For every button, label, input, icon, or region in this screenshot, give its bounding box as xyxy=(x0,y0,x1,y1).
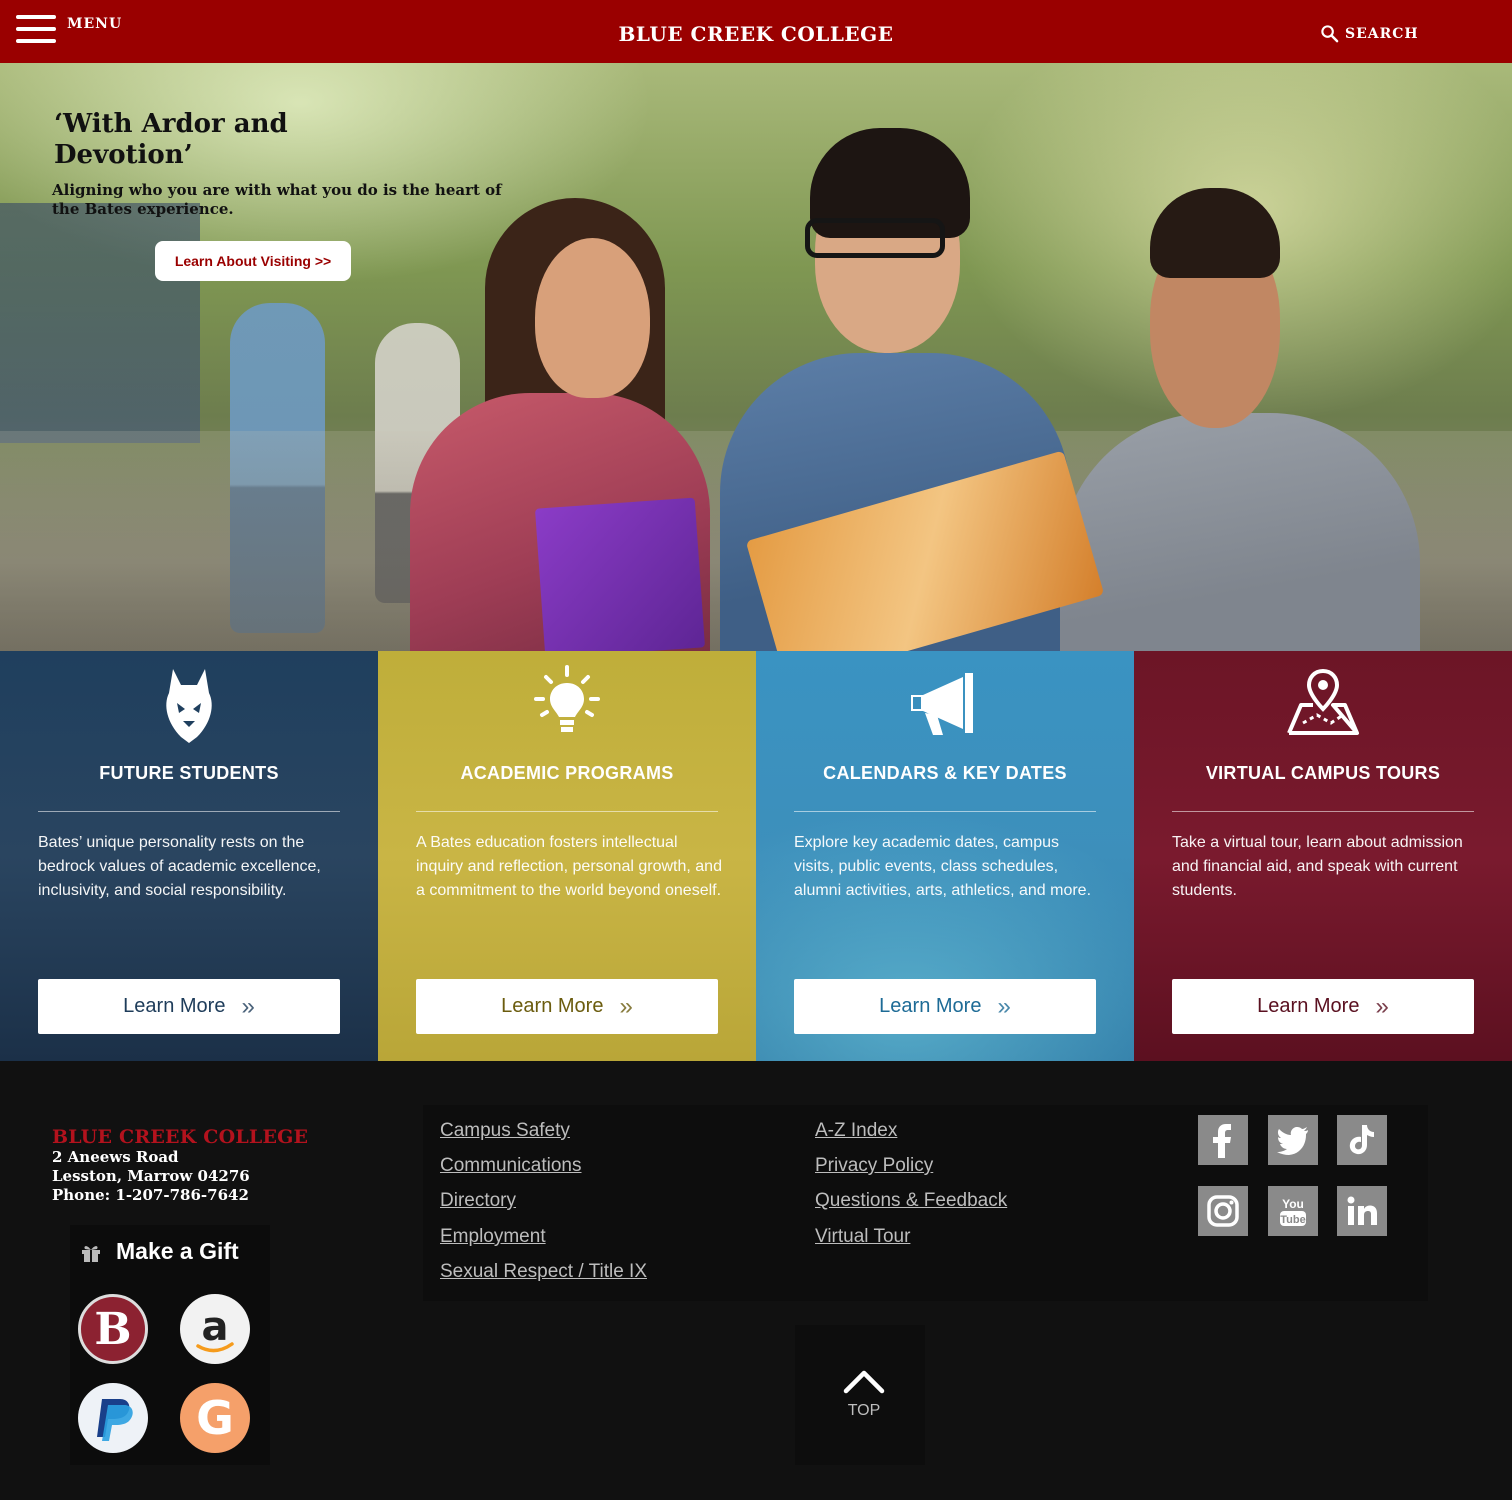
card-divider xyxy=(794,811,1096,812)
card-title: ACADEMIC PROGRAMS xyxy=(460,763,674,783)
card-virtual-tours: VIRTUAL CAMPUS TOURS Take a virtual tour… xyxy=(1134,651,1512,1061)
learn-more-label: Learn More xyxy=(501,995,604,1017)
bobcat-icon xyxy=(0,663,378,743)
double-chevron-right-icon: » xyxy=(997,992,1011,1020)
learn-more-button[interactable]: Learn More » xyxy=(416,979,718,1034)
hero-title: ‘With Ardor and Devotion’ xyxy=(54,109,288,170)
hero-photo-awning xyxy=(0,203,200,443)
giving-logo-letter: G xyxy=(196,1391,234,1445)
hero-subtitle: Aligning who you are with what you do is… xyxy=(52,181,502,218)
search-label: SEARCH xyxy=(1345,25,1419,42)
learn-more-button[interactable]: Learn More » xyxy=(794,979,1096,1034)
footer-link[interactable]: Questions & Feedback xyxy=(815,1190,1007,1212)
footer-college-name: BLUE CREEK COLLEGE xyxy=(52,1126,309,1148)
tiktok-icon[interactable] xyxy=(1337,1115,1387,1165)
paypal-icon[interactable] xyxy=(78,1383,148,1453)
hero-photo-student xyxy=(1060,413,1420,651)
footer-link[interactable]: Virtual Tour xyxy=(815,1226,910,1248)
hamburger-icon xyxy=(16,13,56,43)
youtube-icon[interactable]: You Tube xyxy=(1268,1186,1318,1236)
learn-more-button[interactable]: Learn More » xyxy=(38,979,340,1034)
footer-address: 2 Aneews Road Lesston, Marrow 04276 Phon… xyxy=(52,1148,250,1205)
facebook-icon[interactable] xyxy=(1198,1115,1248,1165)
hero-banner: ‘With Ardor and Devotion’ Aligning who y… xyxy=(0,63,1512,651)
card-text: Explore key academic dates, campus visit… xyxy=(794,834,1092,899)
linkedin-icon[interactable] xyxy=(1337,1186,1387,1236)
card-title: FUTURE STUDENTS xyxy=(99,763,279,783)
site-header: MENU BLUE CREEK COLLEGE SEARCH xyxy=(0,0,1512,63)
svg-text:a: a xyxy=(202,1304,229,1350)
chevron-up-icon xyxy=(843,1370,885,1394)
double-chevron-right-icon: » xyxy=(241,992,255,1020)
footer-link[interactable]: Privacy Policy xyxy=(815,1155,933,1177)
site-title: BLUE CREEK COLLEGE xyxy=(0,22,1512,46)
card-text: Take a virtual tour, learn about admissi… xyxy=(1172,834,1463,899)
footer-link[interactable]: Employment xyxy=(440,1226,546,1248)
footer-link[interactable]: Communications xyxy=(440,1155,582,1177)
card-academic-programs: ACADEMIC PROGRAMS A Bates education fost… xyxy=(378,651,756,1061)
map-pin-icon xyxy=(1134,663,1512,743)
menu-label: MENU xyxy=(67,16,123,32)
svg-text:Tube: Tube xyxy=(1280,1214,1305,1226)
bates-donate-icon[interactable]: B xyxy=(78,1294,148,1364)
learn-about-visiting-button[interactable]: Learn About Visiting >> xyxy=(155,241,351,281)
back-to-top-label: TOP xyxy=(847,1402,881,1419)
make-a-gift-link[interactable]: Make a Gift xyxy=(80,1238,239,1265)
search-button[interactable]: SEARCH xyxy=(1320,24,1419,43)
hero-photo-student xyxy=(535,238,650,398)
double-chevron-right-icon: » xyxy=(1375,992,1389,1020)
hero-photo-notebook xyxy=(534,497,706,651)
amazon-icon[interactable]: a xyxy=(180,1294,250,1364)
hero-photo-student xyxy=(1150,188,1280,278)
double-chevron-right-icon: » xyxy=(619,992,633,1020)
card-divider xyxy=(38,811,340,812)
make-a-gift-label: Make a Gift xyxy=(116,1238,239,1264)
address-line: 2 Aneews Road xyxy=(52,1148,179,1166)
back-to-top-button[interactable]: TOP xyxy=(835,1368,893,1420)
learn-more-label: Learn More xyxy=(879,995,982,1017)
learn-more-button[interactable]: Learn More » xyxy=(1172,979,1474,1034)
footer-link[interactable]: Campus Safety xyxy=(440,1120,570,1142)
footer-link[interactable]: Sexual Respect / Title IX xyxy=(440,1261,647,1283)
twitter-icon[interactable] xyxy=(1268,1115,1318,1165)
card-divider xyxy=(416,811,718,812)
megaphone-icon xyxy=(756,663,1134,743)
menu-button[interactable]: MENU xyxy=(16,12,122,44)
site-title-link[interactable]: BLUE CREEK COLLEGE xyxy=(619,22,894,46)
footer-link[interactable]: A-Z Index xyxy=(815,1120,897,1142)
card-divider xyxy=(1172,811,1474,812)
card-future-students: FUTURE STUDENTS Bates’ unique personalit… xyxy=(0,651,378,1061)
address-line: Lesston, Marrow 04276 xyxy=(52,1167,250,1185)
card-title: VIRTUAL CAMPUS TOURS xyxy=(1205,763,1441,783)
hero-copy: ‘With Ardor and Devotion’ Aligning who y… xyxy=(52,109,524,219)
feature-cards: FUTURE STUDENTS Bates’ unique personalit… xyxy=(0,651,1512,1061)
instagram-icon[interactable] xyxy=(1198,1186,1248,1236)
card-title: CALENDARS & KEY DATES xyxy=(823,763,1067,783)
phone-number: Phone: 1-207-786-7642 xyxy=(52,1186,249,1204)
givingtuesday-icon[interactable]: G xyxy=(180,1383,250,1453)
footer-link[interactable]: Directory xyxy=(440,1190,516,1212)
svg-text:You: You xyxy=(1282,1197,1304,1211)
card-calendars: CALENDARS & KEY DATES Explore key academ… xyxy=(756,651,1134,1061)
hero-photo-glasses xyxy=(805,218,945,258)
bates-logo-letter: B xyxy=(94,1303,132,1355)
search-icon xyxy=(1321,25,1339,43)
card-text: A Bates education fosters intellectual i… xyxy=(416,834,722,899)
lightbulb-icon xyxy=(378,663,756,743)
learn-more-label: Learn More xyxy=(123,995,226,1017)
learn-more-label: Learn More xyxy=(1257,995,1360,1017)
gift-icon xyxy=(82,1245,100,1262)
card-text: Bates’ unique personality rests on the b… xyxy=(38,834,321,899)
